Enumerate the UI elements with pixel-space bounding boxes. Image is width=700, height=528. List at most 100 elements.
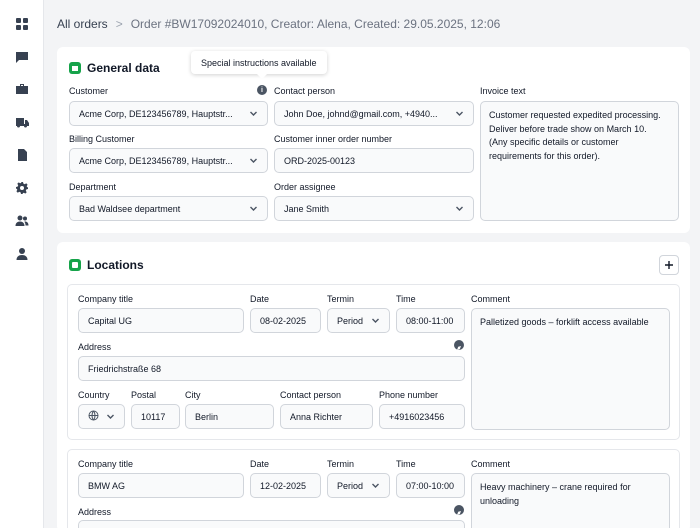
date-label: Date <box>250 459 270 469</box>
customer-value: Acme Corp, DE123456789, Hauptstr... <box>79 108 233 119</box>
phone-number-input[interactable]: +4916023456 <box>379 404 465 429</box>
chevron-down-icon <box>371 481 380 490</box>
address-label: Address <box>78 342 112 352</box>
chevron-down-icon <box>106 412 115 421</box>
company-title-input[interactable]: BMW AG <box>78 473 244 498</box>
calendar-icon <box>69 62 81 74</box>
date-value: 12-02-2025 <box>260 480 307 491</box>
chevron-down-icon <box>249 156 258 165</box>
time-label: Time <box>396 459 416 469</box>
time-value: 08:00-11:00 <box>406 315 454 326</box>
location-icon <box>69 259 81 271</box>
city-input[interactable]: Berlin <box>185 404 274 429</box>
general-data-title: General data <box>69 61 160 75</box>
termin-select[interactable]: Period <box>327 473 390 498</box>
time-value: 07:00-10:00 <box>406 480 455 491</box>
termin-label: Termin <box>327 294 355 304</box>
postal-input[interactable]: 10117 <box>131 404 180 429</box>
document-icon[interactable] <box>14 147 30 163</box>
navigation-icon[interactable] <box>454 340 464 350</box>
address-input[interactable]: Friedrichstraße 68 <box>78 356 465 381</box>
chevron-down-icon <box>249 204 258 213</box>
locations-title: Locations <box>69 258 144 272</box>
time-input[interactable]: 08:00-11:00 <box>396 308 465 333</box>
order-assignee-value: Jane Smith <box>284 203 330 214</box>
locations-heading: Locations <box>87 258 144 272</box>
country-select[interactable] <box>78 404 125 429</box>
contact-person-label: Contact person <box>280 390 342 400</box>
billing-customer-value: Acme Corp, DE123456789, Hauptstr... <box>79 155 233 166</box>
contact-person-label: Contact person <box>274 86 336 96</box>
termin-label: Termin <box>327 459 355 469</box>
customer-select[interactable]: Acme Corp, DE123456789, Hauptstr... <box>69 101 268 126</box>
phone-number-label: Phone number <box>379 390 439 400</box>
phone-number-value: +4916023456 <box>389 411 445 422</box>
company-title-label: Company title <box>78 294 134 304</box>
sidebar <box>0 0 44 528</box>
contact-person-value: Anna Richter <box>290 411 343 422</box>
date-input[interactable]: 12-02-2025 <box>250 473 321 498</box>
chevron-down-icon <box>455 204 464 213</box>
invoice-text-area[interactable]: Customer requested expedited processing.… <box>480 101 679 221</box>
contact-person-select[interactable]: John Doe, johnd@gmail.com, +4940... <box>274 101 474 126</box>
postal-label: Postal <box>131 390 157 400</box>
address-value: Friedrichstraße 68 <box>88 363 162 374</box>
termin-value: Period <box>337 480 364 491</box>
team-icon[interactable] <box>14 213 30 229</box>
plus-icon <box>665 261 673 269</box>
customer-label: Customer <box>69 86 109 96</box>
breadcrumb-all-orders[interactable]: All orders <box>57 17 108 31</box>
billing-customer-label: Billing Customer <box>69 134 135 144</box>
department-value: Bad Waldsee department <box>79 203 181 214</box>
termin-value: Period <box>337 315 364 326</box>
company-title-value: Capital UG <box>88 315 133 326</box>
company-title-input[interactable]: Capital UG <box>78 308 244 333</box>
city-value: Berlin <box>195 411 219 422</box>
special-instructions-tooltip: Special instructions available <box>191 51 327 79</box>
settings-icon[interactable] <box>14 180 30 196</box>
comment-label: Comment <box>471 459 511 469</box>
order-assignee-select[interactable]: Jane Smith <box>274 196 474 221</box>
time-input[interactable]: 07:00-10:00 <box>396 473 465 498</box>
navigation-icon[interactable] <box>454 505 464 515</box>
add-location-button[interactable] <box>659 255 679 275</box>
breadcrumb: All orders > Order #BW17092024010, Creator… <box>57 17 500 31</box>
inner-order-number-input[interactable]: ORD-2025-00123 <box>274 148 474 173</box>
dashboard-icon[interactable] <box>14 16 30 32</box>
address-label: Address <box>78 507 112 517</box>
country-label: Country <box>78 390 110 400</box>
chevron-down-icon <box>371 316 380 325</box>
chevron-down-icon <box>249 109 258 118</box>
messages-icon[interactable] <box>14 49 30 65</box>
contact-person-input[interactable]: Anna Richter <box>280 404 373 429</box>
date-value: 08-02-2025 <box>260 315 307 326</box>
department-select[interactable]: Bad Waldsee department <box>69 196 268 221</box>
general-data-heading: General data <box>87 61 160 75</box>
postal-value: 10117 <box>141 411 166 422</box>
invoice-text-label: Invoice text <box>480 86 526 96</box>
department-label: Department <box>69 182 117 192</box>
date-label: Date <box>250 294 270 304</box>
truck-icon[interactable] <box>14 114 30 130</box>
termin-select[interactable]: Period <box>327 308 390 333</box>
company-title-label: Company title <box>78 459 134 469</box>
comment-area[interactable]: Palletized goods – forklift access avail… <box>471 308 670 430</box>
comment-area[interactable]: Heavy machinery – crane required for unl… <box>471 473 670 528</box>
address-input[interactable] <box>78 520 465 528</box>
billing-customer-select[interactable]: Acme Corp, DE123456789, Hauptstr... <box>69 148 268 173</box>
company-title-value: BMW AG <box>88 480 126 491</box>
briefcase-icon[interactable] <box>14 81 30 97</box>
date-input[interactable]: 08-02-2025 <box>250 308 321 333</box>
inner-order-number-label: Customer inner order number <box>274 134 393 144</box>
inner-order-number-value: ORD-2025-00123 <box>284 155 356 166</box>
order-assignee-label: Order assignee <box>274 182 336 192</box>
contact-person-value: John Doe, johnd@gmail.com, +4940... <box>284 108 438 119</box>
time-label: Time <box>396 294 416 304</box>
city-label: City <box>185 390 201 400</box>
breadcrumb-current: Order #BW17092024010, Creator: Alena, Cr… <box>130 17 501 31</box>
breadcrumb-separator-icon: > <box>115 17 123 31</box>
info-icon[interactable]: i <box>257 85 267 95</box>
user-icon[interactable] <box>14 246 30 262</box>
chevron-down-icon <box>455 109 464 118</box>
comment-label: Comment <box>471 294 511 304</box>
